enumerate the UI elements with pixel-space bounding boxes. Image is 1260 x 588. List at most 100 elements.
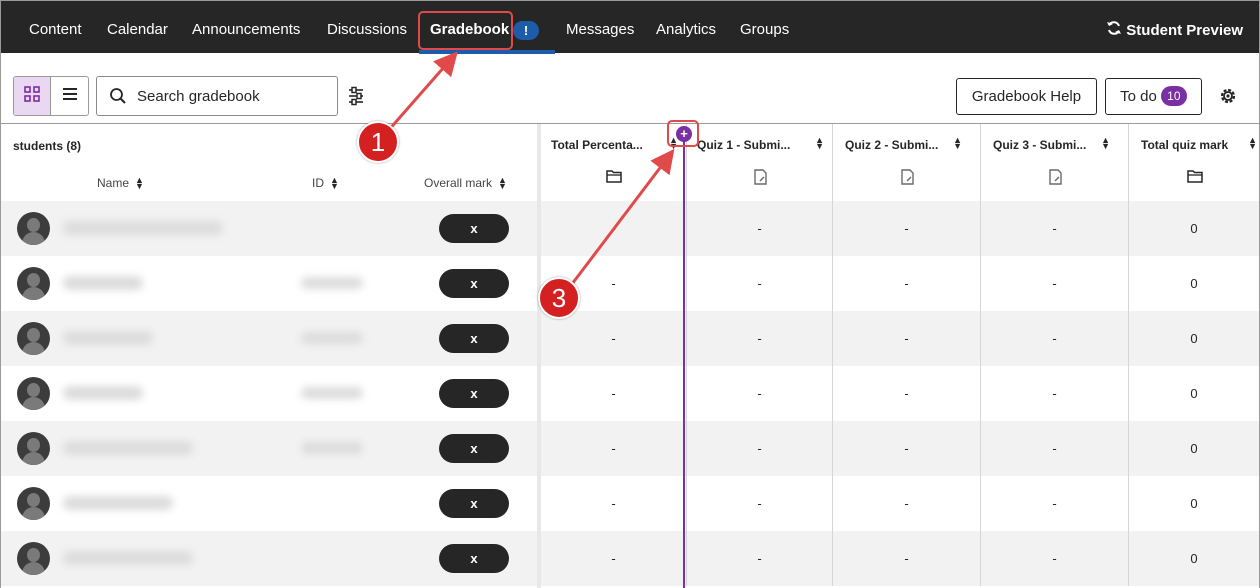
avatar bbox=[17, 542, 50, 575]
list-view-button[interactable] bbox=[51, 77, 88, 115]
grade-cell[interactable]: - bbox=[540, 531, 686, 586]
gradebook-alert-badge: ! bbox=[513, 21, 539, 40]
grid-view-button[interactable] bbox=[14, 77, 52, 115]
avatar bbox=[17, 377, 50, 410]
student-column-header: students (8) Name ▲ ▼ ID ▲ ▼ Overall mark ▲ ▼ bbox=[1, 124, 538, 201]
grade-cell[interactable]: - bbox=[980, 256, 1128, 311]
student-name-redacted bbox=[63, 276, 143, 290]
student-name-redacted bbox=[63, 331, 153, 345]
student-name-redacted bbox=[63, 441, 193, 455]
grade-cell[interactable]: - bbox=[540, 366, 686, 421]
overall-mark-pill[interactable]: x bbox=[439, 214, 509, 243]
nav-content[interactable]: Content bbox=[29, 1, 82, 54]
grade-cell[interactable]: - bbox=[686, 531, 832, 586]
grade-cell[interactable]: 0 bbox=[1128, 256, 1259, 311]
overall-mark-pill[interactable]: x bbox=[439, 324, 509, 353]
column-header-total-percentage[interactable]: Total Percenta... ▲ ▼ bbox=[540, 124, 686, 201]
grade-cell[interactable]: - bbox=[832, 421, 980, 476]
table-row: x - - - - 0 bbox=[1, 531, 1259, 586]
grade-cell[interactable]: - bbox=[686, 311, 832, 366]
grade-cell[interactable]: - bbox=[980, 366, 1128, 421]
overall-mark-pill[interactable]: x bbox=[439, 434, 509, 463]
name-column-header[interactable]: Name ▲ ▼ bbox=[97, 176, 144, 191]
grade-cell[interactable]: 0 bbox=[1128, 421, 1259, 476]
sort-icon: ▲ ▼ bbox=[498, 175, 507, 191]
column-header-quiz-2[interactable]: Quiz 2 - Submi... ▲ ▼ bbox=[832, 124, 980, 201]
column-title: Total quiz mark bbox=[1141, 138, 1229, 152]
column-title: Quiz 3 - Submi... bbox=[993, 138, 1087, 152]
document-icon bbox=[1047, 169, 1063, 190]
grade-cell[interactable]: - bbox=[686, 476, 832, 531]
column-header-quiz-3[interactable]: Quiz 3 - Submi... ▲ ▼ bbox=[980, 124, 1128, 201]
grade-cell[interactable]: - bbox=[540, 201, 686, 256]
search-icon bbox=[109, 87, 127, 110]
grade-cell[interactable]: - bbox=[686, 256, 832, 311]
avatar bbox=[17, 212, 50, 245]
grade-cell[interactable]: - bbox=[540, 311, 686, 366]
grade-cell[interactable]: 0 bbox=[1128, 476, 1259, 531]
gradebook-help-button[interactable]: Gradebook Help bbox=[956, 78, 1097, 115]
grade-cell[interactable]: - bbox=[832, 531, 980, 586]
grade-cell[interactable]: - bbox=[980, 201, 1128, 256]
table-row: x - - - - 0 bbox=[1, 311, 1259, 366]
search-gradebook bbox=[96, 76, 338, 116]
grade-cell[interactable]: 0 bbox=[1128, 311, 1259, 366]
student-preview-button[interactable]: Student Preview bbox=[1106, 1, 1243, 54]
document-icon bbox=[899, 169, 915, 190]
document-icon bbox=[752, 169, 768, 190]
grade-cell[interactable]: - bbox=[540, 421, 686, 476]
search-input[interactable] bbox=[137, 85, 327, 107]
avatar bbox=[17, 322, 50, 355]
grade-cell[interactable]: - bbox=[686, 201, 832, 256]
gear-icon[interactable] bbox=[1218, 86, 1238, 111]
grade-cell[interactable]: - bbox=[832, 256, 980, 311]
filter-icon[interactable] bbox=[347, 86, 365, 111]
grade-cell[interactable]: 0 bbox=[1128, 201, 1259, 256]
nav-analytics[interactable]: Analytics bbox=[656, 1, 716, 54]
overall-mark-pill[interactable]: x bbox=[439, 379, 509, 408]
avatar bbox=[17, 267, 50, 300]
grade-cell[interactable]: - bbox=[832, 476, 980, 531]
grade-cell[interactable]: - bbox=[980, 531, 1128, 586]
column-title: Quiz 2 - Submi... bbox=[845, 138, 939, 152]
column-title: Total Percenta... bbox=[551, 138, 643, 152]
nav-groups[interactable]: Groups bbox=[740, 1, 789, 54]
nav-messages[interactable]: Messages bbox=[566, 1, 634, 54]
student-name-redacted bbox=[63, 221, 223, 235]
grade-cell[interactable]: 0 bbox=[1128, 531, 1259, 586]
grade-cell[interactable]: - bbox=[832, 311, 980, 366]
grade-cell[interactable]: - bbox=[980, 421, 1128, 476]
grade-cell[interactable]: - bbox=[832, 366, 980, 421]
sort-icon: ▲ ▼ bbox=[1248, 135, 1257, 151]
folder-icon bbox=[1187, 169, 1203, 188]
student-name-redacted bbox=[63, 551, 193, 565]
column-header-total-quiz-mark[interactable]: Total quiz mark ▲ ▼ bbox=[1128, 124, 1259, 201]
overall-mark-pill[interactable]: x bbox=[439, 269, 509, 298]
grade-cell[interactable]: - bbox=[832, 201, 980, 256]
gradebook-callout-box bbox=[418, 11, 513, 50]
grade-cell[interactable]: - bbox=[980, 311, 1128, 366]
grade-cell[interactable]: - bbox=[540, 476, 686, 531]
grade-cell[interactable]: - bbox=[686, 421, 832, 476]
grade-cell[interactable]: 0 bbox=[1128, 366, 1259, 421]
nav-calendar[interactable]: Calendar bbox=[107, 1, 168, 54]
nav-announcements[interactable]: Announcements bbox=[192, 1, 300, 54]
list-icon bbox=[61, 85, 79, 108]
nav-discussions[interactable]: Discussions bbox=[327, 1, 407, 54]
table-row: x - - - - 0 bbox=[1, 366, 1259, 421]
overall-mark-pill[interactable]: x bbox=[439, 489, 509, 518]
gradebook-toolbar: Gradebook Help To do10 bbox=[0, 53, 1260, 123]
overall-mark-pill[interactable]: x bbox=[439, 544, 509, 573]
column-header-quiz-1[interactable]: Quiz 1 - Submi... ▲ ▼ bbox=[686, 124, 832, 201]
overall-mark-column-header[interactable]: Overall mark ▲ ▼ bbox=[424, 175, 507, 191]
todo-button[interactable]: To do 10 bbox=[1105, 78, 1202, 115]
avatar bbox=[17, 432, 50, 465]
student-name-redacted bbox=[63, 386, 143, 400]
avatar bbox=[17, 487, 50, 520]
student-id-redacted bbox=[301, 332, 363, 344]
grade-cell[interactable]: - bbox=[980, 476, 1128, 531]
name-header-label: Name bbox=[97, 176, 130, 190]
top-navigation: Content Calendar Announcements Discussio… bbox=[0, 0, 1260, 54]
id-column-header[interactable]: ID ▲ ▼ bbox=[312, 176, 339, 191]
grade-cell[interactable]: - bbox=[686, 366, 832, 421]
